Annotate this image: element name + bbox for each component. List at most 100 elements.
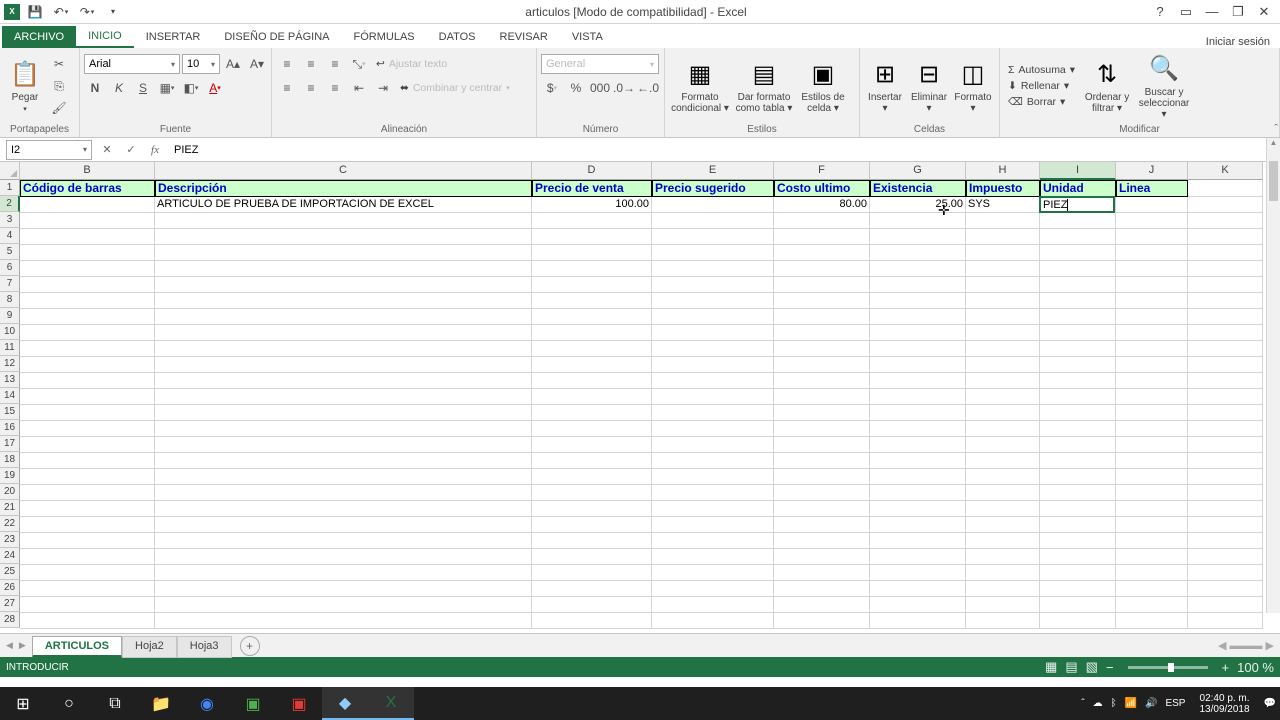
cell-D28[interactable] (532, 613, 652, 629)
cell-F4[interactable] (774, 229, 870, 245)
row-header-16[interactable]: 16 (0, 420, 20, 436)
cell-E15[interactable] (652, 405, 774, 421)
cell-I6[interactable] (1040, 261, 1116, 277)
cell-K1[interactable] (1188, 180, 1263, 197)
cell-I5[interactable] (1040, 245, 1116, 261)
cortana-button[interactable]: ○ (46, 687, 92, 720)
cell-K13[interactable] (1188, 373, 1263, 389)
align-bottom-button[interactable]: ≡ (324, 54, 346, 74)
cell-E5[interactable] (652, 245, 774, 261)
cell-H25[interactable] (966, 565, 1040, 581)
clear-button[interactable]: ⌫ Borrar ▾ (1004, 94, 1079, 110)
font-color-button[interactable]: A▾ (204, 78, 226, 98)
row-header-24[interactable]: 24 (0, 548, 20, 564)
cell-K15[interactable] (1188, 405, 1263, 421)
cell-F22[interactable] (774, 517, 870, 533)
onedrive-icon[interactable]: ☁ (1093, 698, 1103, 709)
cell-E12[interactable] (652, 357, 774, 373)
cell-C22[interactable] (155, 517, 532, 533)
cell-C23[interactable] (155, 533, 532, 549)
cell-I8[interactable] (1040, 293, 1116, 309)
cell-K14[interactable] (1188, 389, 1263, 405)
row-header-19[interactable]: 19 (0, 468, 20, 484)
cell-K27[interactable] (1188, 597, 1263, 613)
row-header-2[interactable]: 2 (0, 196, 20, 212)
cell-E20[interactable] (652, 485, 774, 501)
column-header-J[interactable]: J (1116, 162, 1188, 180)
fill-button[interactable]: ⬇ Rellenar ▾ (1004, 78, 1079, 94)
conditional-format-button[interactable]: ▦Formato condicional ▾ (669, 56, 731, 116)
cell-K23[interactable] (1188, 533, 1263, 549)
number-format-combo[interactable]: General▾ (541, 54, 659, 74)
cell-F12[interactable] (774, 357, 870, 373)
cell-F28[interactable] (774, 613, 870, 629)
row-header-22[interactable]: 22 (0, 516, 20, 532)
start-button[interactable]: ⊞ (0, 687, 46, 720)
cell-H23[interactable] (966, 533, 1040, 549)
cell-J26[interactable] (1116, 581, 1188, 597)
row-header-3[interactable]: 3 (0, 212, 20, 228)
cell-J13[interactable] (1116, 373, 1188, 389)
cell-K8[interactable] (1188, 293, 1263, 309)
cell-H3[interactable] (966, 213, 1040, 229)
cell-H21[interactable] (966, 501, 1040, 517)
row-header-21[interactable]: 21 (0, 500, 20, 516)
decrease-indent-button[interactable]: ⇤ (348, 78, 370, 98)
select-all-button[interactable] (0, 162, 20, 180)
normal-view-button[interactable]: ▦ (1045, 659, 1057, 675)
cell-D23[interactable] (532, 533, 652, 549)
font-name-combo[interactable]: Arial▾ (84, 54, 180, 74)
cell-G24[interactable] (870, 549, 966, 565)
cell-H24[interactable] (966, 549, 1040, 565)
cell-F24[interactable] (774, 549, 870, 565)
minimize-button[interactable]: — (1200, 2, 1224, 22)
cell-D19[interactable] (532, 469, 652, 485)
cell-F2[interactable]: 80.00 (774, 197, 870, 213)
percent-button[interactable]: % (565, 78, 587, 98)
cell-C5[interactable] (155, 245, 532, 261)
cell-G14[interactable] (870, 389, 966, 405)
cell-G9[interactable] (870, 309, 966, 325)
cell-G7[interactable] (870, 277, 966, 293)
cell-G20[interactable] (870, 485, 966, 501)
page-layout-view-button[interactable]: ▤ (1065, 659, 1077, 675)
cell-B14[interactable] (20, 389, 155, 405)
underline-button[interactable]: S (132, 78, 154, 98)
cell-I12[interactable] (1040, 357, 1116, 373)
cell-H22[interactable] (966, 517, 1040, 533)
cell-F14[interactable] (774, 389, 870, 405)
cell-I3[interactable] (1040, 213, 1116, 229)
cell-G21[interactable] (870, 501, 966, 517)
cell-H28[interactable] (966, 613, 1040, 629)
zoom-out-button[interactable]: − (1106, 660, 1114, 675)
cell-J7[interactable] (1116, 277, 1188, 293)
cell-H7[interactable] (966, 277, 1040, 293)
cell-C7[interactable] (155, 277, 532, 293)
cell-F13[interactable] (774, 373, 870, 389)
cell-F8[interactable] (774, 293, 870, 309)
restore-button[interactable]: ❐ (1226, 2, 1250, 22)
bluetooth-icon[interactable]: ᛒ (1111, 698, 1117, 709)
cell-J6[interactable] (1116, 261, 1188, 277)
row-header-9[interactable]: 9 (0, 308, 20, 324)
cell-K6[interactable] (1188, 261, 1263, 277)
cell-I11[interactable] (1040, 341, 1116, 357)
cell-B21[interactable] (20, 501, 155, 517)
cell-J8[interactable] (1116, 293, 1188, 309)
cell-D3[interactable] (532, 213, 652, 229)
column-header-B[interactable]: B (20, 162, 155, 180)
cell-E3[interactable] (652, 213, 774, 229)
cell-K17[interactable] (1188, 437, 1263, 453)
cell-G26[interactable] (870, 581, 966, 597)
cell-J17[interactable] (1116, 437, 1188, 453)
row-header-28[interactable]: 28 (0, 612, 20, 628)
delete-cells-button[interactable]: ⊟Eliminar▾ (908, 56, 950, 116)
cell-J21[interactable] (1116, 501, 1188, 517)
cell-H16[interactable] (966, 421, 1040, 437)
ribbon-options-button[interactable]: ▭ (1174, 2, 1198, 22)
excel-taskbar-button[interactable]: X (368, 687, 414, 720)
cell-D6[interactable] (532, 261, 652, 277)
wrap-text-button[interactable]: ↩ Ajustar texto (372, 56, 451, 72)
cell-C8[interactable] (155, 293, 532, 309)
column-header-H[interactable]: H (966, 162, 1040, 180)
